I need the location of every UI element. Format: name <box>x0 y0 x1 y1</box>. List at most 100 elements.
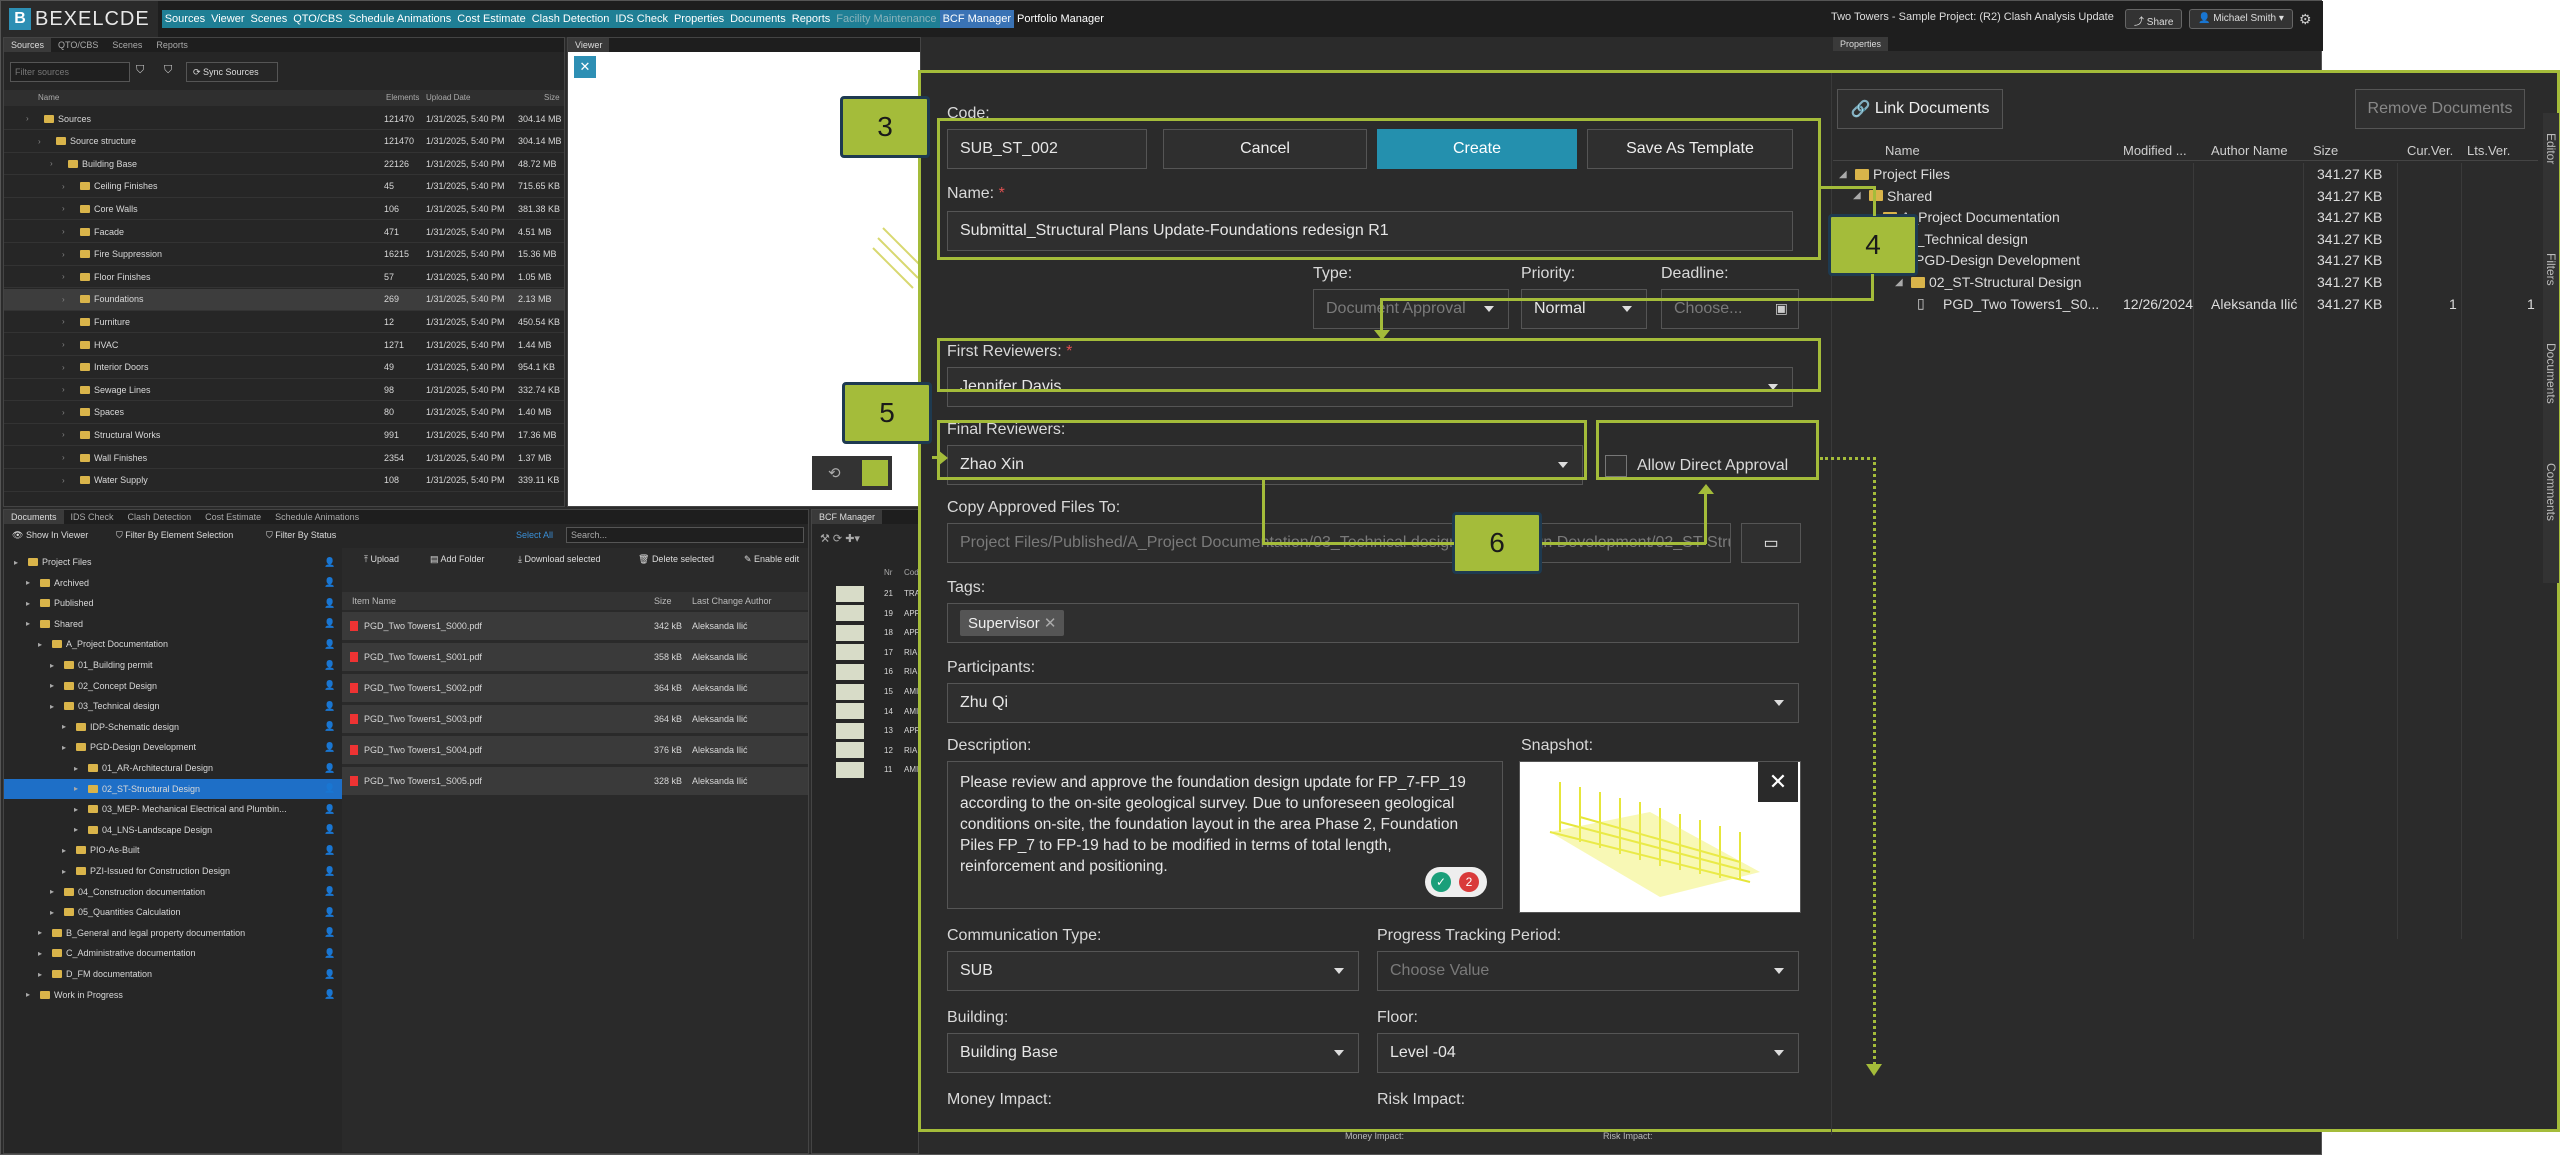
priority-select[interactable]: Normal <box>1521 289 1647 329</box>
tab-cost-estimate[interactable]: Cost Estimate <box>198 510 268 524</box>
document-tree-item[interactable]: ▸ PZI-Issued for Construction Design 👤 <box>4 861 342 881</box>
building-select[interactable]: Building Base <box>947 1033 1359 1073</box>
source-row[interactable]: › Foundations 269 1/31/2025, 5:40 PM 2.13 MB <box>4 288 564 311</box>
chevron-right-icon[interactable]: › <box>62 272 65 281</box>
person-icon[interactable]: 👤 <box>324 886 335 897</box>
remove-documents-button[interactable]: Remove Documents <box>2355 89 2525 129</box>
bcf-row[interactable]: 17 RIA <box>812 643 918 662</box>
source-row[interactable]: › Fire Suppression 16215 1/31/2025, 5:40 PM… <box>4 244 564 266</box>
chevron-down-icon[interactable]: ◢ <box>1839 169 1847 180</box>
person-icon[interactable]: 👤 <box>324 948 335 959</box>
prop-col-ltsver[interactable]: Lts.Ver. <box>2467 143 2510 158</box>
type-select[interactable]: Document Approval <box>1313 289 1509 329</box>
document-tree-item[interactable]: ▸ PGD-Design Development 👤 <box>4 737 342 757</box>
document-tree-item[interactable]: ▸ 02_Concept Design 👤 <box>4 676 342 696</box>
menu-bcf[interactable]: BCF Manager <box>939 10 1015 28</box>
col-item-name[interactable]: Item Name <box>352 596 396 606</box>
source-row[interactable]: › Facade 471 1/31/2025, 5:40 PM 4.51 MB <box>4 221 564 243</box>
chevron-right-icon[interactable]: › <box>62 430 65 439</box>
chevron-right-icon[interactable]: › <box>62 295 65 304</box>
participants-select[interactable]: Zhu Qi <box>947 683 1799 723</box>
person-icon[interactable]: 👤 <box>324 763 335 774</box>
menu-schedule[interactable]: Schedule Animations <box>345 10 455 28</box>
source-row[interactable]: › HVAC 1271 1/31/2025, 5:40 PM 1.44 MB <box>4 334 564 356</box>
chevron-icon[interactable]: ▸ <box>62 846 66 855</box>
source-row[interactable]: › Interior Doors 49 1/31/2025, 5:40 PM 954.1… <box>4 357 564 379</box>
menu-clash[interactable]: Clash Detection <box>528 10 613 28</box>
menu-scenes[interactable]: Scenes <box>247 10 291 28</box>
document-tree-item[interactable]: ▸ Work in Progress 👤 <box>4 985 342 1005</box>
person-icon[interactable]: 👤 <box>324 660 335 671</box>
person-icon[interactable]: 👤 <box>324 721 335 732</box>
filter-element-button[interactable]: ⛉ Filter By Element Selection <box>116 530 233 541</box>
allow-direct-approval-checkbox[interactable] <box>1605 455 1627 477</box>
add-folder-button[interactable]: ▤ Add Folder <box>430 554 485 565</box>
chevron-icon[interactable]: ▸ <box>26 619 30 628</box>
col-last-change-author[interactable]: Last Change Author <box>692 596 772 606</box>
linked-document-row[interactable]: ◢PGD-Design Development341.27 KB <box>1833 249 2538 271</box>
floor-select[interactable]: Level -04 <box>1377 1033 1799 1073</box>
source-row[interactable]: › Source structure 121470 1/31/2025, 5:40 P… <box>4 131 564 153</box>
document-tree-item[interactable]: ▸ 01_AR-Architectural Design 👤 <box>4 758 342 778</box>
person-icon[interactable]: 👤 <box>324 598 335 609</box>
chevron-icon[interactable]: ▸ <box>38 928 42 937</box>
chevron-icon[interactable]: ▸ <box>62 722 66 731</box>
bcf-row[interactable]: 19 APR <box>812 604 920 623</box>
person-icon[interactable]: 👤 <box>324 804 335 815</box>
prop-col-modified[interactable]: Modified ... <box>2123 143 2187 158</box>
delete-selected-button[interactable]: 🗑 Delete selected <box>638 554 714 565</box>
chevron-right-icon[interactable]: › <box>62 408 65 417</box>
person-icon[interactable]: 👤 <box>324 639 335 650</box>
bcf-row[interactable]: 21 TRA <box>812 584 920 603</box>
side-tab-filters[interactable]: Filters <box>2544 253 2558 286</box>
person-icon[interactable]: 👤 <box>324 927 335 938</box>
menu-properties[interactable]: Properties <box>670 10 728 28</box>
prop-col-name[interactable]: Name <box>1885 143 1920 158</box>
file-row[interactable]: PGD_Two Towers1_S000.pdf 342 kB Aleksanda … <box>342 612 808 640</box>
source-row[interactable]: › Spaces 80 1/31/2025, 5:40 PM 1.40 MB <box>4 402 564 424</box>
bcf-row[interactable]: 16 RIA <box>812 662 918 681</box>
menu-facility[interactable]: Facility Maintenance <box>833 10 940 28</box>
linked-document-row[interactable]: ◢ Shared 341.27 KB <box>1833 185 2538 207</box>
person-icon[interactable]: 👤 <box>324 969 335 980</box>
save-as-template-button[interactable]: Save As Template <box>1587 129 1793 169</box>
chevron-icon[interactable]: ▸ <box>26 990 30 999</box>
tab-sources[interactable]: Sources <box>4 38 52 52</box>
chevron-right-icon[interactable]: › <box>62 182 65 191</box>
tab-qto[interactable]: QTO/CBS <box>51 38 105 52</box>
file-row[interactable]: PGD_Two Towers1_S005.pdf 328 kB Aleksanda … <box>342 767 808 795</box>
linked-document-row[interactable]: ◢ Project Files 341.27 KB <box>1833 163 2538 185</box>
chevron-icon[interactable]: ▸ <box>50 908 54 917</box>
tab-viewer[interactable]: Viewer <box>568 38 610 52</box>
download-selected-button[interactable]: ⤓ Download selected <box>518 554 601 565</box>
progress-tracking-select[interactable]: Choose Value <box>1377 951 1799 991</box>
user-menu[interactable]: 👤 Michael Smith ▾ <box>2189 9 2293 29</box>
source-row[interactable]: › Building Base 22126 1/31/2025, 5:40 PM 48.… <box>4 153 564 176</box>
document-tree-item[interactable]: ▸ 03_MEP- Mechanical Electrical and Plumb… <box>4 799 342 819</box>
source-row[interactable]: › Floor Finishes 57 1/31/2025, 5:40 PM 1.05 … <box>4 266 564 289</box>
source-row[interactable]: › Sewage Lines 98 1/31/2025, 5:40 PM 332.74 … <box>4 379 564 402</box>
show-in-viewer-button[interactable]: 👁 Show In Viewer <box>12 530 88 541</box>
menu-documents[interactable]: Documents <box>727 10 789 28</box>
person-icon[interactable]: 👤 <box>324 557 335 568</box>
chevron-icon[interactable]: ▸ <box>74 784 78 793</box>
chevron-right-icon[interactable]: › <box>62 250 65 259</box>
document-tree-item[interactable]: ▸ 03_Technical design 👤 <box>4 696 342 716</box>
document-tree-item[interactable]: ▸ PIO-As-Built 👤 <box>4 840 342 860</box>
remove-snapshot-button[interactable]: ✕ <box>1758 762 1798 802</box>
menu-qto[interactable]: QTO/CBS <box>290 10 346 28</box>
document-tree-item[interactable]: ▸ 01_Building permit 👤 <box>4 655 342 675</box>
chevron-icon[interactable]: ▸ <box>62 867 66 876</box>
share-button[interactable]: ⤴ Share <box>2125 9 2183 29</box>
first-reviewers-select[interactable]: Jennifer Davis <box>947 367 1793 407</box>
person-icon[interactable]: 👤 <box>324 783 335 794</box>
chevron-right-icon[interactable]: › <box>62 317 65 326</box>
chevron-right-icon[interactable]: › <box>62 363 65 372</box>
prop-col-curver[interactable]: Cur.Ver. <box>2407 143 2453 158</box>
final-reviewers-select[interactable]: Zhao Xin <box>947 445 1583 485</box>
source-row[interactable]: › Furniture 12 1/31/2025, 5:40 PM 450.54 KB <box>4 311 564 334</box>
link-documents-button[interactable]: 🔗 Link Documents <box>1837 89 2003 129</box>
document-tree-item[interactable]: ▸ 04_LNS-Landscape Design 👤 <box>4 820 342 840</box>
linked-document-row[interactable]: ▯ PGD_Two Towers1_S0... 341.27 KB 12/26/202… <box>1833 293 2538 315</box>
enable-edit-button[interactable]: ✎ Enable edit <box>744 554 799 565</box>
